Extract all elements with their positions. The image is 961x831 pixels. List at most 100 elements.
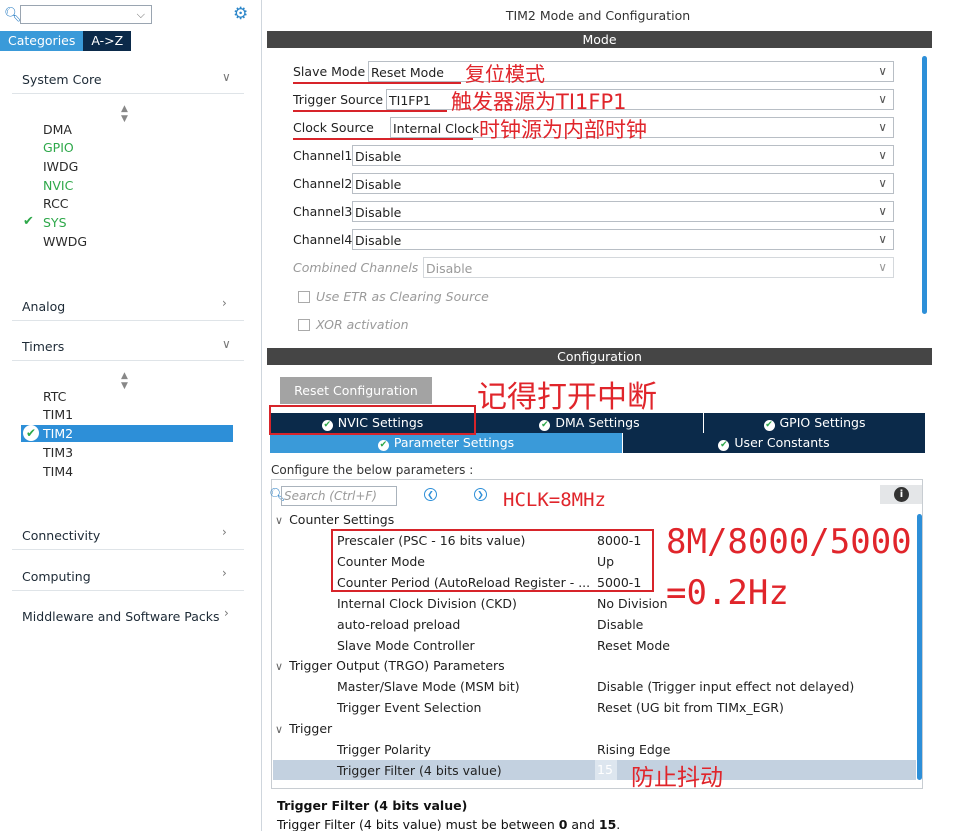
sidebar-item-tim4[interactable]: TIM4 bbox=[43, 464, 73, 479]
previous-match-icon[interactable]: ❮ bbox=[424, 488, 437, 501]
sidebar-item-tim1[interactable]: TIM1 bbox=[43, 407, 73, 422]
annotation-formula-line2: =0.2Hz bbox=[666, 573, 789, 613]
check-icon: ✔ bbox=[23, 214, 34, 229]
channel3-row: Channel3 Disable ∨ bbox=[293, 201, 894, 222]
chevron-down-icon[interactable]: ∨ bbox=[878, 120, 887, 134]
clock-source-label: Clock Source bbox=[293, 120, 374, 135]
sidebar-item-rtc[interactable]: RTC bbox=[43, 389, 66, 404]
channel3-select[interactable]: Disable ∨ bbox=[352, 201, 894, 222]
chevron-right-icon[interactable]: › bbox=[222, 525, 227, 539]
tab-categories[interactable]: Categories bbox=[0, 31, 84, 51]
search-icon[interactable]: 🔍︎ bbox=[269, 488, 286, 503]
sidebar-item-gpio[interactable]: GPIO bbox=[43, 140, 74, 155]
chevron-down-icon[interactable]: ∨ bbox=[878, 64, 887, 78]
param-msm-bit[interactable]: Master/Slave Mode (MSM bit) bbox=[337, 679, 520, 694]
chevron-down-icon[interactable]: ∨ bbox=[222, 70, 231, 84]
param-slave-mode-controller[interactable]: Slave Mode Controller bbox=[337, 638, 475, 653]
parameter-search-input[interactable]: Search (Ctrl+F) bbox=[281, 485, 397, 506]
chevron-down-icon[interactable]: ∨ bbox=[878, 260, 887, 274]
sidebar-item-dma[interactable]: DMA bbox=[43, 122, 72, 137]
combined-channels-select[interactable]: Disable ∨ bbox=[423, 257, 894, 278]
param-trigger-event[interactable]: Trigger Event Selection bbox=[337, 700, 481, 715]
chevron-down-icon[interactable]: ∨ bbox=[878, 176, 887, 190]
category-analog[interactable]: Analog bbox=[22, 299, 65, 314]
page-title: TIM2 Mode and Configuration bbox=[505, 8, 691, 23]
tab-dma-settings[interactable]: ✔ DMA Settings bbox=[476, 413, 704, 433]
check-circle-icon: ✔ bbox=[377, 440, 389, 451]
chevron-down-icon[interactable]: ∨ bbox=[878, 232, 887, 246]
channel1-row: Channel1 Disable ∨ bbox=[293, 145, 894, 166]
next-match-icon[interactable]: ❯ bbox=[474, 488, 487, 501]
configuration-header: Configuration bbox=[267, 348, 932, 365]
param-clock-division[interactable]: Internal Clock Division (CKD) bbox=[337, 596, 517, 611]
description-panel: Trigger Filter (4 bits value) Trigger Fi… bbox=[271, 788, 923, 831]
xor-activation-checkbox[interactable]: XOR activation bbox=[298, 317, 409, 333]
sidebar-item-sys[interactable]: SYS bbox=[43, 215, 67, 230]
use-etr-checkbox[interactable]: Use ETR as Clearing Source bbox=[298, 289, 489, 305]
mode-scrollbar[interactable] bbox=[922, 56, 927, 314]
tab-gpio-settings[interactable]: ✔ GPIO Settings bbox=[704, 413, 926, 433]
param-trigger-polarity[interactable]: Trigger Polarity bbox=[337, 742, 431, 757]
sort-arrows-icon[interactable]: ▲ ▼ bbox=[121, 371, 128, 391]
checkbox-box[interactable] bbox=[298, 291, 310, 303]
sidebar-item-nvic[interactable]: NVIC bbox=[43, 178, 73, 193]
chevron-down-icon[interactable]: ∨ bbox=[878, 92, 887, 106]
category-timers[interactable]: Timers bbox=[22, 339, 64, 354]
group-counter-settings[interactable]: ∨ Counter Settings bbox=[275, 512, 394, 527]
channel1-value: Disable bbox=[355, 149, 402, 164]
chevron-down-icon[interactable]: ∨ bbox=[275, 660, 283, 673]
param-msm-bit-value[interactable]: Disable (Trigger input effect not delaye… bbox=[597, 679, 854, 694]
param-trigger-filter-value[interactable]: 15 bbox=[595, 760, 617, 780]
sidebar-item-rcc[interactable]: RCC bbox=[43, 196, 69, 211]
parameter-scrollbar[interactable] bbox=[917, 514, 922, 780]
tab-a-to-z[interactable]: A->Z bbox=[83, 31, 132, 51]
sidebar-item-wwdg[interactable]: WWDG bbox=[43, 234, 87, 249]
sidebar-item-iwdg[interactable]: IWDG bbox=[43, 159, 78, 174]
annotation-underline bbox=[293, 110, 447, 112]
tab-user-constants[interactable]: ✔ User Constants bbox=[623, 433, 926, 453]
category-connectivity[interactable]: Connectivity bbox=[22, 528, 100, 543]
chevron-right-icon[interactable]: › bbox=[224, 606, 229, 620]
param-trigger-event-value[interactable]: Reset (UG bit from TIMx_EGR) bbox=[597, 700, 784, 715]
category-computing[interactable]: Computing bbox=[22, 569, 91, 584]
chevron-right-icon[interactable]: › bbox=[222, 566, 227, 580]
category-system-core[interactable]: System Core bbox=[22, 72, 102, 87]
category-middleware[interactable]: Middleware and Software Packs bbox=[22, 609, 220, 624]
description-title: Trigger Filter (4 bits value) bbox=[277, 798, 468, 813]
combined-channels-value: Disable bbox=[426, 261, 473, 276]
chevron-down-icon[interactable]: ∨ bbox=[275, 723, 283, 736]
param-clock-division-value[interactable]: No Division bbox=[597, 596, 668, 611]
group-trigger[interactable]: ∨ Trigger bbox=[275, 721, 332, 736]
chevron-down-icon[interactable]: ∨ bbox=[878, 148, 887, 162]
chevron-down-icon[interactable]: ∨ bbox=[275, 514, 283, 527]
annotation-slave-mode: 复位模式 bbox=[465, 62, 545, 86]
checkbox-box[interactable] bbox=[298, 319, 310, 331]
chevron-down-icon[interactable]: ∨ bbox=[878, 204, 887, 218]
slave-mode-select[interactable]: Reset Mode ∨ bbox=[368, 61, 894, 82]
tab-label: Parameter Settings bbox=[393, 435, 515, 450]
reset-configuration-button[interactable]: Reset Configuration bbox=[280, 377, 432, 404]
tab-parameter-settings[interactable]: ✔ Parameter Settings bbox=[270, 433, 623, 453]
sidebar-item-tim3[interactable]: TIM3 bbox=[43, 445, 73, 460]
group-trgo-parameters[interactable]: ∨ Trigger Output (TRGO) Parameters bbox=[275, 658, 505, 673]
channel1-select[interactable]: Disable ∨ bbox=[352, 145, 894, 166]
param-auto-reload[interactable]: auto-reload preload bbox=[337, 617, 460, 632]
category-search-combo[interactable]: ⌵ bbox=[20, 5, 152, 24]
param-trigger-filter[interactable]: Trigger Filter (4 bits value) bbox=[337, 763, 502, 778]
gear-icon[interactable]: ⚙ bbox=[233, 4, 248, 24]
search-icon[interactable]: 🔍︎ bbox=[4, 7, 22, 23]
param-slave-mode-controller-value[interactable]: Reset Mode bbox=[597, 638, 670, 653]
channel2-select[interactable]: Disable ∨ bbox=[352, 173, 894, 194]
chevron-down-icon[interactable]: ⌵ bbox=[137, 8, 145, 22]
channel4-value: Disable bbox=[355, 233, 402, 248]
param-trigger-polarity-value[interactable]: Rising Edge bbox=[597, 742, 670, 757]
channel4-select[interactable]: Disable ∨ bbox=[352, 229, 894, 250]
info-button[interactable]: i bbox=[880, 485, 922, 504]
divider bbox=[12, 320, 244, 321]
sidebar-item-tim2[interactable]: ✔ TIM2 bbox=[21, 425, 233, 442]
param-auto-reload-value[interactable]: Disable bbox=[597, 617, 643, 632]
check-circle-icon: ✔ bbox=[23, 425, 39, 441]
chevron-right-icon[interactable]: › bbox=[222, 296, 227, 310]
sort-arrows-icon[interactable]: ▲ ▼ bbox=[121, 104, 128, 124]
chevron-down-icon[interactable]: ∨ bbox=[222, 337, 231, 351]
